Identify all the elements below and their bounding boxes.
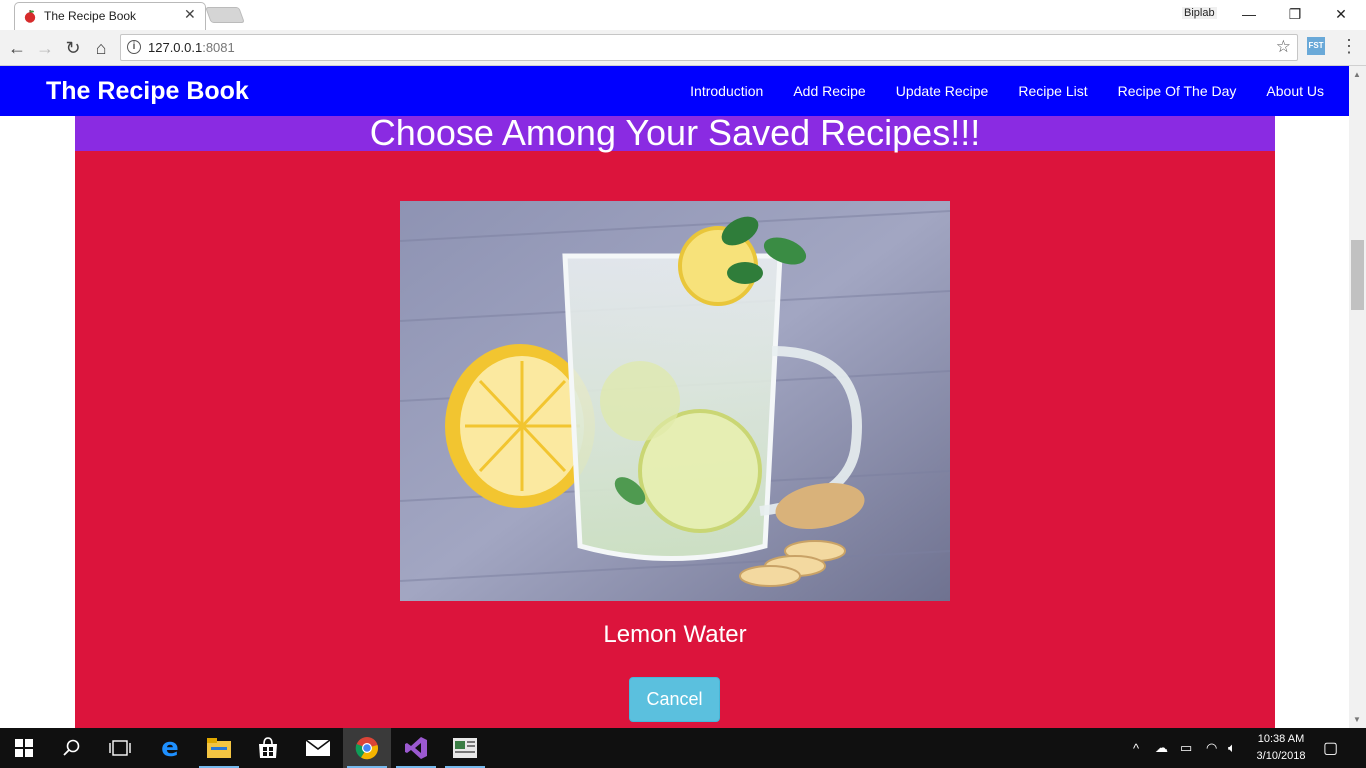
reload-icon[interactable]: ↻ [61,36,85,60]
page-scrollbar[interactable]: ▲ ▼ [1349,66,1366,728]
show-hidden-icons-icon[interactable]: ^ [1133,728,1139,768]
browser-menu-icon[interactable]: ⋮ [1340,36,1358,57]
clock-date: 3/10/2018 [1256,750,1306,762]
url-port: :8081 [202,40,235,55]
close-window-icon[interactable]: ✕ [1318,0,1364,30]
forward-icon[interactable]: → [33,36,57,60]
extension-icon[interactable]: FST [1307,37,1325,55]
nav-link-update-recipe[interactable]: Update Recipe [896,83,989,99]
start-icon[interactable] [0,728,48,768]
nav-links: Introduction Add Recipe Update Recipe Re… [690,83,1324,99]
heading-band: Choose Among Your Saved Recipes!!! [75,112,1275,153]
recipe-image[interactable] [400,201,950,601]
wifi-icon[interactable]: ◠ [1206,728,1217,768]
bookmark-star-icon[interactable]: ☆ [1276,37,1291,57]
file-explorer-icon[interactable] [195,728,243,768]
minimize-icon[interactable]: — [1226,0,1272,30]
site-info-icon[interactable]: i [127,40,141,54]
clock-time: 10:38 AM [1257,733,1305,745]
site-navbar: The Recipe Book Introduction Add Recipe … [0,66,1349,116]
home-icon[interactable]: ⌂ [89,36,113,60]
nav-link-recipe-of-the-day[interactable]: Recipe Of The Day [1118,83,1237,99]
profile-name[interactable]: Biplab [1182,7,1217,19]
onedrive-icon[interactable]: ☁ [1155,728,1168,768]
nav-link-recipe-list[interactable]: Recipe List [1018,83,1087,99]
windows-taskbar: e ^ ☁ ▭ ◠ 🔈︎ 10:38 AM 3/10/2018 ▢ [0,728,1366,768]
tab-strip: The Recipe Book ✕ Biplab — ❐ ✕ [0,0,1366,30]
page-heading: Choose Among Your Saved Recipes!!! [369,112,981,153]
tab-title: The Recipe Book [44,9,137,23]
site-brand[interactable]: The Recipe Book [46,77,249,106]
address-bar[interactable]: i 127.0.0.1:8081 ☆ [120,34,1298,61]
tab-close-icon[interactable]: ✕ [184,6,196,23]
store-icon[interactable] [244,728,292,768]
restore-icon[interactable]: ❐ [1272,0,1318,30]
cancel-button[interactable]: Cancel [629,677,720,722]
recipe-panel: Choose Among Your Saved Recipes!!! Lemon… [75,112,1275,728]
nav-link-introduction[interactable]: Introduction [690,83,763,99]
app-icon[interactable] [441,728,489,768]
chrome-icon[interactable] [343,728,391,768]
url-text[interactable]: 127.0.0.1:8081 [148,40,235,55]
notifications-icon[interactable]: ▢ [1323,728,1338,768]
browser-toolbar: ← → ↻ ⌂ i 127.0.0.1:8081 ☆ FST ⋮ [0,30,1366,66]
apple-favicon-icon [24,10,36,23]
battery-icon[interactable]: ▭ [1180,728,1192,768]
page-viewport: The Recipe Book Introduction Add Recipe … [0,66,1349,728]
search-icon[interactable] [48,728,96,768]
system-clock[interactable]: 10:38 AM 3/10/2018 [1252,731,1310,765]
url-host: 127.0.0.1 [148,40,203,55]
scroll-up-icon[interactable]: ▲ [1353,70,1361,79]
edge-icon[interactable]: e [146,728,194,768]
mail-icon[interactable] [294,728,342,768]
scroll-down-icon[interactable]: ▼ [1353,715,1361,724]
recipe-name: Lemon Water [603,621,747,648]
volume-icon[interactable]: 🔈︎ [1228,728,1236,768]
visual-studio-icon[interactable] [392,728,440,768]
scroll-thumb[interactable] [1351,240,1364,310]
nav-link-about-us[interactable]: About Us [1266,83,1324,99]
browser-tab[interactable]: The Recipe Book ✕ [14,2,206,30]
new-tab-button[interactable] [205,7,245,23]
nav-link-add-recipe[interactable]: Add Recipe [793,83,865,99]
task-view-icon[interactable] [96,728,144,768]
back-icon[interactable]: ← [5,36,29,60]
